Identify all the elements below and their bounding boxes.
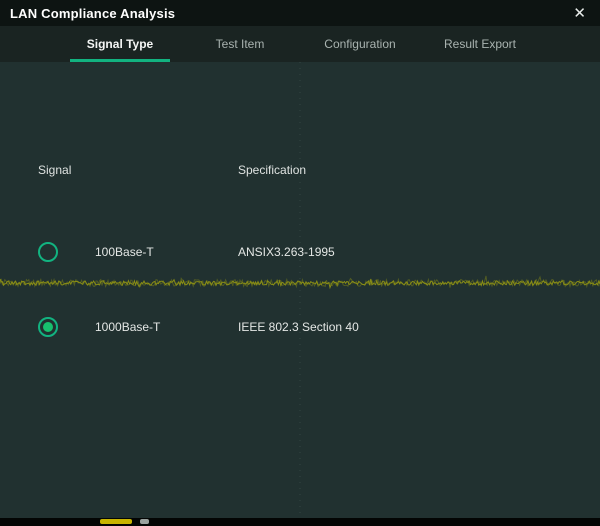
specification-label: ANSIX3.263-1995: [238, 245, 600, 259]
signal-type-panel: Signal Specification 100Base-T ANSIX3.26…: [0, 62, 600, 518]
radio-dot: [43, 322, 53, 332]
bottom-grey-indicator: [140, 519, 149, 524]
tab-result-export-label: Result Export: [444, 37, 516, 51]
tab-result-export[interactable]: Result Export: [420, 26, 540, 62]
tab-signal-type[interactable]: Signal Type: [60, 26, 180, 62]
bottom-yellow-indicator: [100, 519, 132, 524]
tab-test-item-label: Test Item: [216, 37, 265, 51]
lan-compliance-dialog: LAN Compliance Analysis ✕ Signal Type Te…: [0, 0, 600, 526]
tab-configuration[interactable]: Configuration: [300, 26, 420, 62]
noise-trace-primary: [0, 279, 600, 288]
signal-label: 1000Base-T: [95, 320, 238, 334]
table-header: Signal Specification: [0, 158, 600, 182]
signal-label: 100Base-T: [95, 245, 238, 259]
table-row[interactable]: 100Base-T ANSIX3.263-1995: [0, 240, 600, 264]
noise-trace-fuzz: [0, 276, 600, 288]
table-row[interactable]: 1000Base-T IEEE 802.3 Section 40: [0, 315, 600, 339]
waveform-trace: [0, 62, 600, 518]
radio-1000base-t[interactable]: [38, 317, 58, 337]
close-icon[interactable]: ✕: [569, 4, 590, 23]
specification-label: IEEE 802.3 Section 40: [238, 320, 600, 334]
column-header-signal: Signal: [38, 163, 238, 177]
tab-signal-type-label: Signal Type: [87, 37, 153, 51]
radio-dot: [43, 247, 53, 257]
tab-bar: Signal Type Test Item Configuration Resu…: [0, 26, 600, 62]
tab-configuration-label: Configuration: [324, 37, 395, 51]
titlebar: LAN Compliance Analysis ✕: [0, 0, 600, 26]
column-header-specification: Specification: [238, 163, 600, 177]
tab-test-item[interactable]: Test Item: [180, 26, 300, 62]
bottom-bar: [0, 518, 600, 526]
radio-100base-t[interactable]: [38, 242, 58, 262]
window-title: LAN Compliance Analysis: [10, 6, 175, 21]
